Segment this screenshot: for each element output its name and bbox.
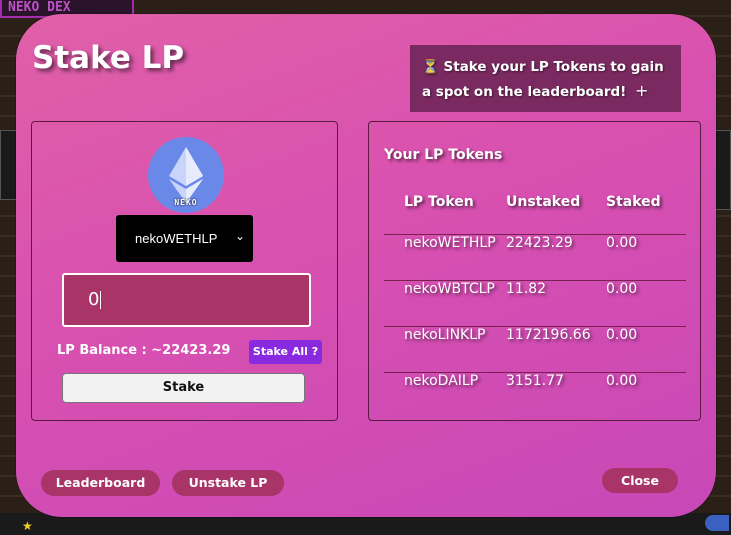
amount-value: 0 [88,289,100,310]
cell-token: nekoWBTCLP [404,281,495,297]
cell-token: nekoLINKLP [404,327,486,343]
stake-amount-input[interactable]: 0 [62,273,311,327]
header-staked: Staked [606,194,661,210]
lp-tokens-table: LP Token Unstaked Staked nekoWETHLP 2242… [384,194,686,418]
hourglass-icon: ⏳ [422,59,439,75]
logo-label: NEKO [174,198,198,207]
stake-button[interactable]: Stake [62,373,305,403]
cell-token: nekoWETHLP [404,235,496,251]
selected-token: nekoWETHLP [135,231,218,246]
lp-balance: LP Balance : ~22423.29 [57,343,231,358]
close-button[interactable]: Close [602,468,678,493]
cell-staked: 0.00 [606,235,638,251]
lp-tokens-title: Your LP Tokens [384,147,503,163]
cell-token: nekoDAILP [404,373,479,389]
table-row: nekoDAILP 3151.77 0.00 [384,372,686,418]
star-icon: ★ [22,519,33,533]
stake-panel: NEKO nekoWETHLP ⌄ 0 LP Balance : ~22423.… [31,121,338,421]
leaderboard-banner: ⏳ Stake your LP Tokens to gain a spot on… [410,45,681,112]
cell-staked: 0.00 [606,281,638,297]
unstake-lp-button[interactable]: Unstake LP [172,470,284,496]
cell-staked: 0.00 [606,327,638,343]
cell-staked: 0.00 [606,373,638,389]
leaderboard-button[interactable]: Leaderboard [41,470,160,496]
cell-unstaked: 11.82 [506,281,547,297]
lp-tokens-panel: Your LP Tokens LP Token Unstaked Staked … [368,121,701,421]
table-row: nekoLINKLP 1172196.66 0.00 [384,326,686,372]
plus-icon: + [635,81,649,100]
table-row: nekoWETHLP 22423.29 0.00 [384,234,686,280]
header-lp-token: LP Token [404,194,474,210]
stake-lp-modal: Stake LP ⏳ Stake your LP Tokens to gain … [16,14,716,517]
table-row: nekoWBTCLP 11.82 0.00 [384,280,686,326]
banner-text: Stake your LP Tokens to gain a spot on t… [422,59,664,100]
header-unstaked: Unstaked [506,194,581,210]
chevron-down-icon: ⌄ [234,229,245,243]
modal-title: Stake LP [32,40,185,76]
ethereum-icon: NEKO [148,137,224,213]
cell-unstaked: 22423.29 [506,235,573,251]
table-header: LP Token Unstaked Staked [384,194,686,234]
cell-unstaked: 3151.77 [506,373,564,389]
cell-unstaked: 1172196.66 [506,327,591,343]
text-caret [100,291,102,309]
stake-all-button[interactable]: Stake All ? [249,340,322,364]
lp-token-select[interactable]: nekoWETHLP ⌄ [116,215,253,262]
backdrop-chip [705,515,729,531]
